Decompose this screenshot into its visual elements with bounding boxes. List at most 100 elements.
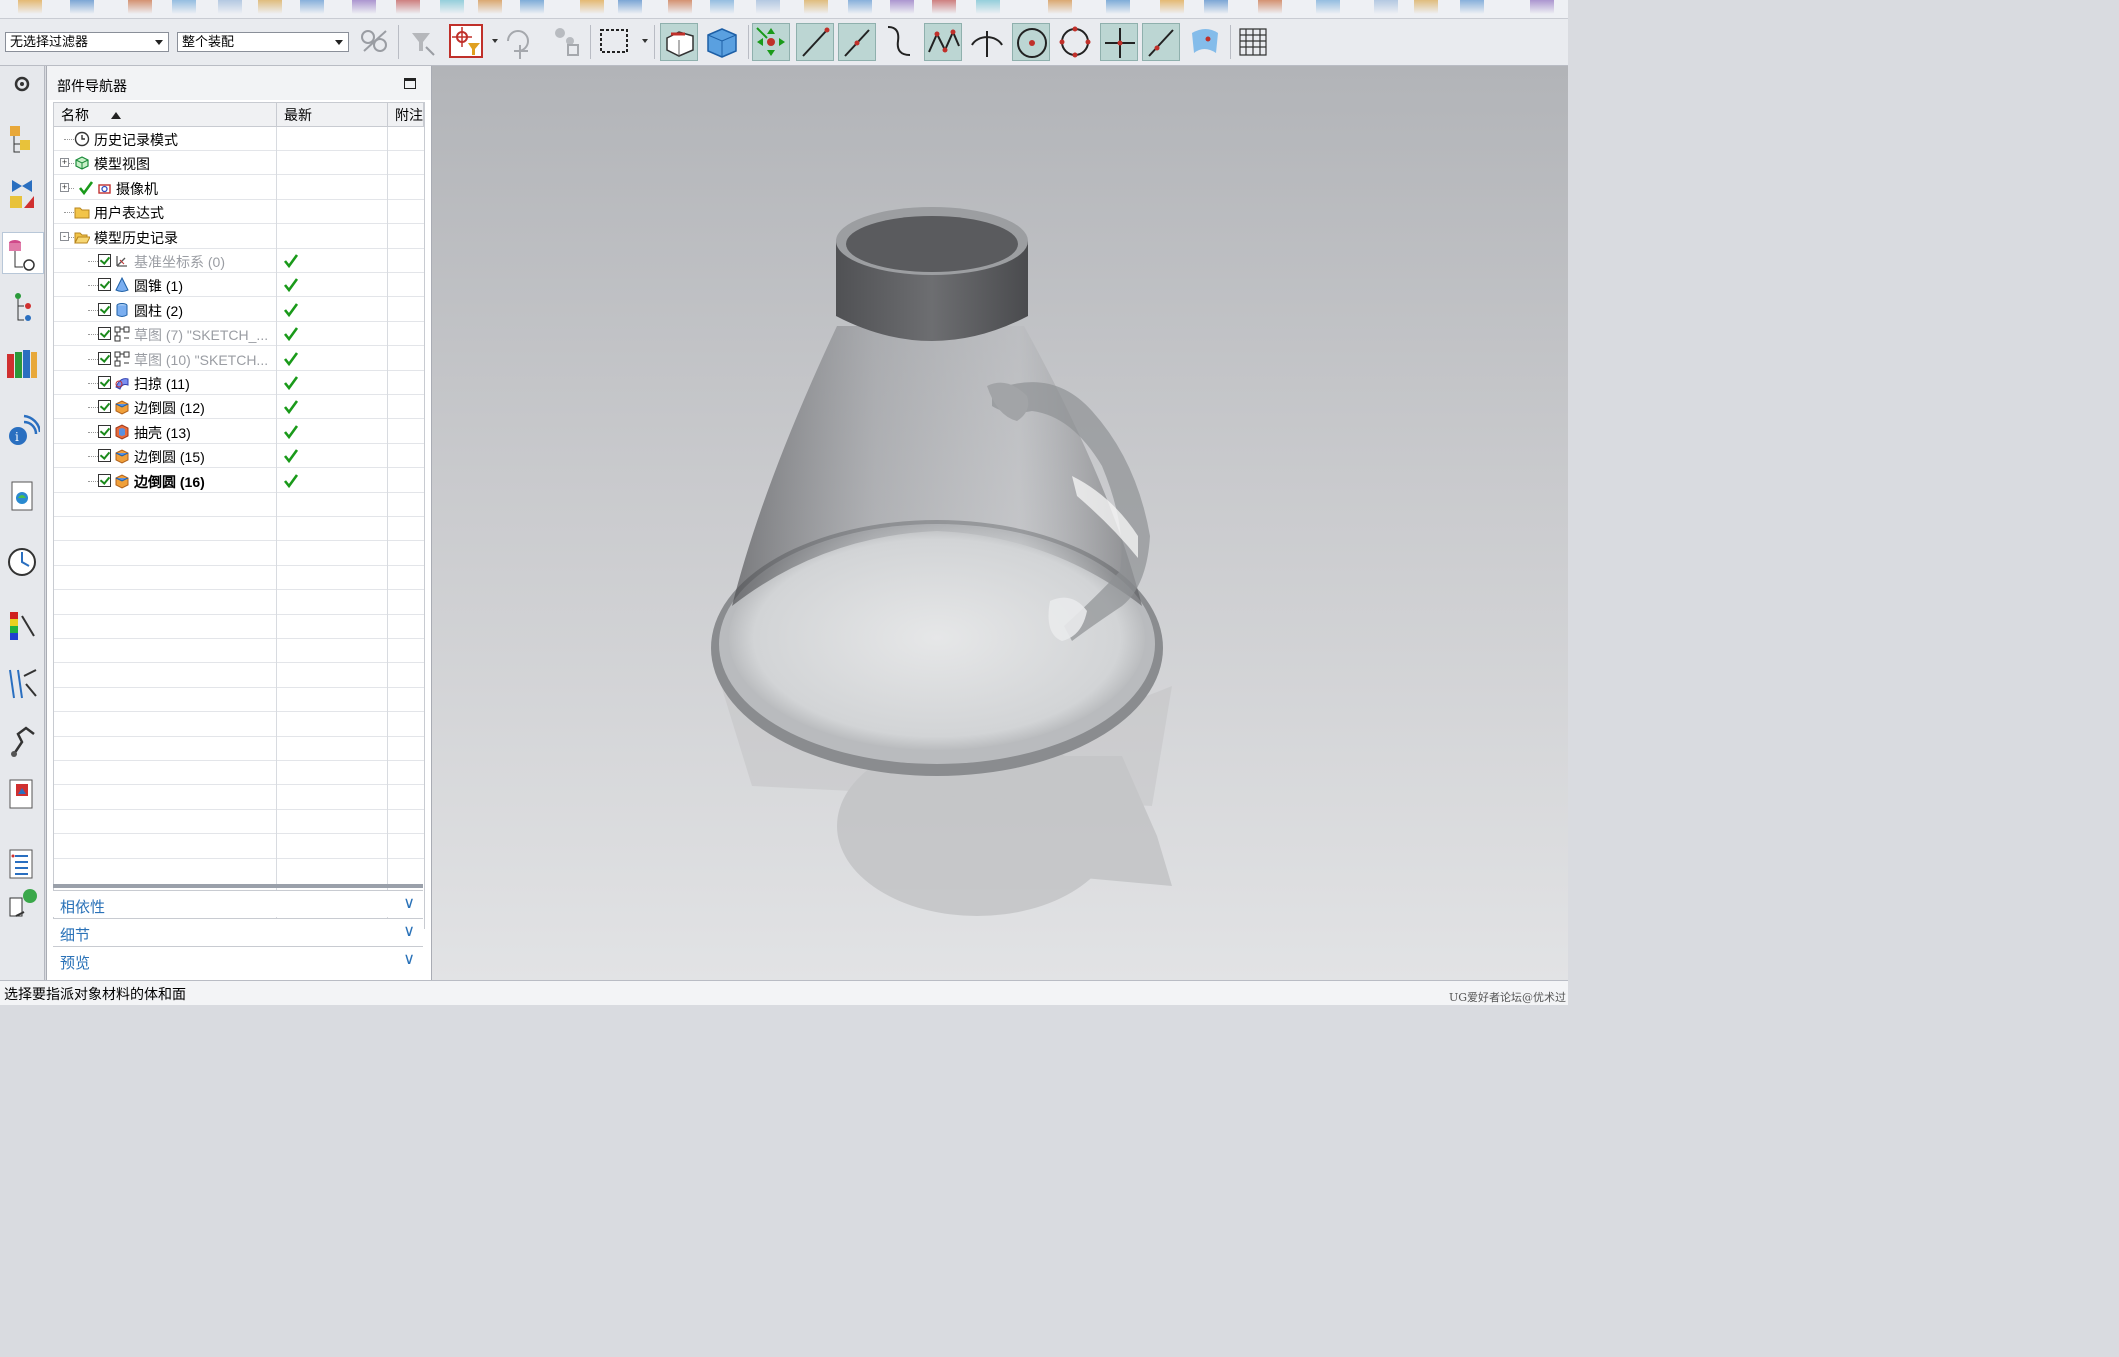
ribbon-command-icon[interactable] [1460, 0, 1484, 14]
ribbon-command-icon[interactable] [804, 0, 828, 14]
expand-icon[interactable]: + [60, 158, 69, 168]
ribbon-command-icon[interactable] [580, 0, 604, 14]
column-header-name[interactable]: 名称 [54, 103, 277, 127]
ribbon-command-icon[interactable] [300, 0, 324, 14]
assembly-navigator-icon[interactable] [4, 120, 40, 160]
rotate-gray-icon[interactable] [500, 23, 538, 61]
feature-visibility-checkbox[interactable] [98, 327, 111, 341]
chevron-down-icon[interactable]: ∨ [403, 949, 415, 968]
selection-scope-dropdown[interactable]: 整个装配 [177, 32, 349, 52]
tree-row[interactable]: 用户表达式 [54, 200, 424, 225]
mid-point-snap-icon[interactable] [838, 23, 876, 61]
tree-row[interactable]: 草图 (7) "SKETCH_... [54, 322, 424, 347]
chevron-down-icon[interactable] [642, 39, 648, 43]
tree-row[interactable]: 草图 (10) "SKETCH... [54, 347, 424, 371]
maximize-icon[interactable] [404, 78, 416, 89]
panel-details[interactable]: 细节 ∨ [53, 918, 423, 945]
feature-visibility-checkbox[interactable] [98, 473, 111, 487]
feature-visibility-checkbox[interactable] [98, 424, 111, 438]
constraint-navigator-icon[interactable] [4, 174, 40, 214]
ribbon-command-icon[interactable] [1048, 0, 1072, 14]
manufacturing-wizard-icon[interactable] [4, 720, 40, 760]
control-point-snap-icon[interactable] [880, 23, 918, 61]
rectangle-select-icon[interactable] [596, 23, 634, 61]
process-studio-icon[interactable] [4, 606, 40, 646]
ribbon-command-icon[interactable] [172, 0, 196, 14]
point-on-face-snap-icon[interactable] [1186, 23, 1224, 61]
settings-gear-icon[interactable] [4, 68, 40, 108]
machine-tool-icon[interactable] [4, 664, 40, 704]
ribbon-command-icon[interactable] [756, 0, 780, 14]
feature-visibility-checkbox[interactable] [98, 278, 111, 292]
arc-center-snap-icon[interactable] [1012, 23, 1050, 61]
point-on-curve-snap-icon[interactable] [1142, 23, 1180, 61]
assembly-filter-icon[interactable] [356, 23, 394, 61]
reuse-library-icon[interactable] [4, 288, 40, 328]
feature-visibility-checkbox[interactable] [98, 351, 111, 365]
ribbon-command-icon[interactable] [128, 0, 152, 14]
ribbon-command-icon[interactable] [520, 0, 544, 14]
ribbon-command-icon[interactable] [1530, 0, 1554, 14]
panel-preview[interactable]: 预览 ∨ [53, 946, 423, 973]
ribbon-command-icon[interactable] [1204, 0, 1228, 14]
tree-row[interactable]: 圆锥 (1) [54, 273, 424, 298]
chevron-down-icon[interactable]: ∨ [403, 893, 415, 912]
chevron-down-icon[interactable] [492, 39, 498, 43]
history-icon[interactable] [4, 476, 40, 516]
ribbon-command-icon[interactable] [710, 0, 734, 14]
visualization-icon[interactable] [4, 542, 40, 582]
panel-splitter[interactable] [53, 884, 423, 888]
snap-point-filter-icon[interactable] [448, 23, 486, 61]
ribbon-command-icon[interactable] [478, 0, 502, 14]
solid-body-toggle-icon[interactable] [702, 23, 740, 61]
ribbon-command-icon[interactable] [70, 0, 94, 14]
panel-dependencies[interactable]: 相依性 ∨ [53, 890, 423, 917]
tree-row[interactable]: 圆柱 (2) [54, 298, 424, 322]
column-header-latest[interactable]: 最新 [277, 103, 388, 127]
feature-visibility-checkbox[interactable] [98, 376, 111, 389]
ribbon-command-icon[interactable] [218, 0, 242, 14]
tree-row[interactable]: + 模型视图 [54, 151, 424, 176]
ribbon-command-icon[interactable] [932, 0, 956, 14]
roles-icon[interactable] [4, 774, 40, 814]
ribbon-command-icon[interactable] [890, 0, 914, 14]
tree-row[interactable]: + 摄像机 [54, 176, 424, 200]
ribbon-command-icon[interactable] [1160, 0, 1184, 14]
feature-visibility-checkbox[interactable] [98, 302, 111, 316]
feature-visibility-checkbox[interactable] [98, 254, 111, 267]
tree-row[interactable]: 基准坐标系 (0) [54, 249, 424, 273]
ribbon-command-icon[interactable] [1258, 0, 1282, 14]
column-header-notes[interactable]: 附注 [388, 103, 424, 127]
feature-visibility-checkbox[interactable] [98, 400, 111, 414]
ribbon-command-icon[interactable] [1316, 0, 1340, 14]
expand-icon[interactable]: + [60, 182, 69, 192]
web-browser-icon[interactable]: i [4, 412, 42, 452]
type-filter-dropdown[interactable]: 无选择过滤器 [5, 32, 169, 52]
quadrant-snap-icon[interactable] [1056, 23, 1094, 61]
part-navigator-icon[interactable] [2, 232, 44, 274]
add-resource-icon[interactable] [4, 884, 40, 924]
tree-row[interactable]: 抽壳 (13) [54, 420, 424, 444]
tree-row[interactable]: 边倒圆 (12) [54, 395, 424, 420]
system-materials-icon[interactable] [4, 844, 40, 884]
tree-row[interactable]: 边倒圆 (15) [54, 444, 424, 469]
component-pick-gray-icon[interactable] [548, 23, 586, 61]
tree-row[interactable]: 扫掠 (11) [54, 371, 424, 395]
tree-row[interactable]: - 模型历史记录 [54, 225, 424, 249]
existing-point-snap-icon[interactable] [1100, 23, 1138, 61]
ribbon-command-icon[interactable] [1374, 0, 1398, 14]
shaded-edges-toggle-icon[interactable] [660, 23, 698, 61]
ribbon-command-icon[interactable] [1414, 0, 1438, 14]
tangent-snap-icon[interactable] [968, 23, 1006, 61]
ribbon-command-icon[interactable] [440, 0, 464, 14]
collapse-icon[interactable]: - [60, 231, 69, 241]
intersection-snap-icon[interactable] [924, 23, 962, 61]
ribbon-command-icon[interactable] [1106, 0, 1130, 14]
selection-filter-gray-icon[interactable] [406, 23, 444, 61]
chevron-down-icon[interactable]: ∨ [403, 921, 415, 940]
hd3d-tools-icon[interactable] [4, 344, 40, 384]
tree-row[interactable]: 历史记录模式 [54, 127, 424, 151]
feature-visibility-checkbox[interactable] [98, 449, 111, 463]
ribbon-command-icon[interactable] [396, 0, 420, 14]
ribbon-command-icon[interactable] [352, 0, 376, 14]
